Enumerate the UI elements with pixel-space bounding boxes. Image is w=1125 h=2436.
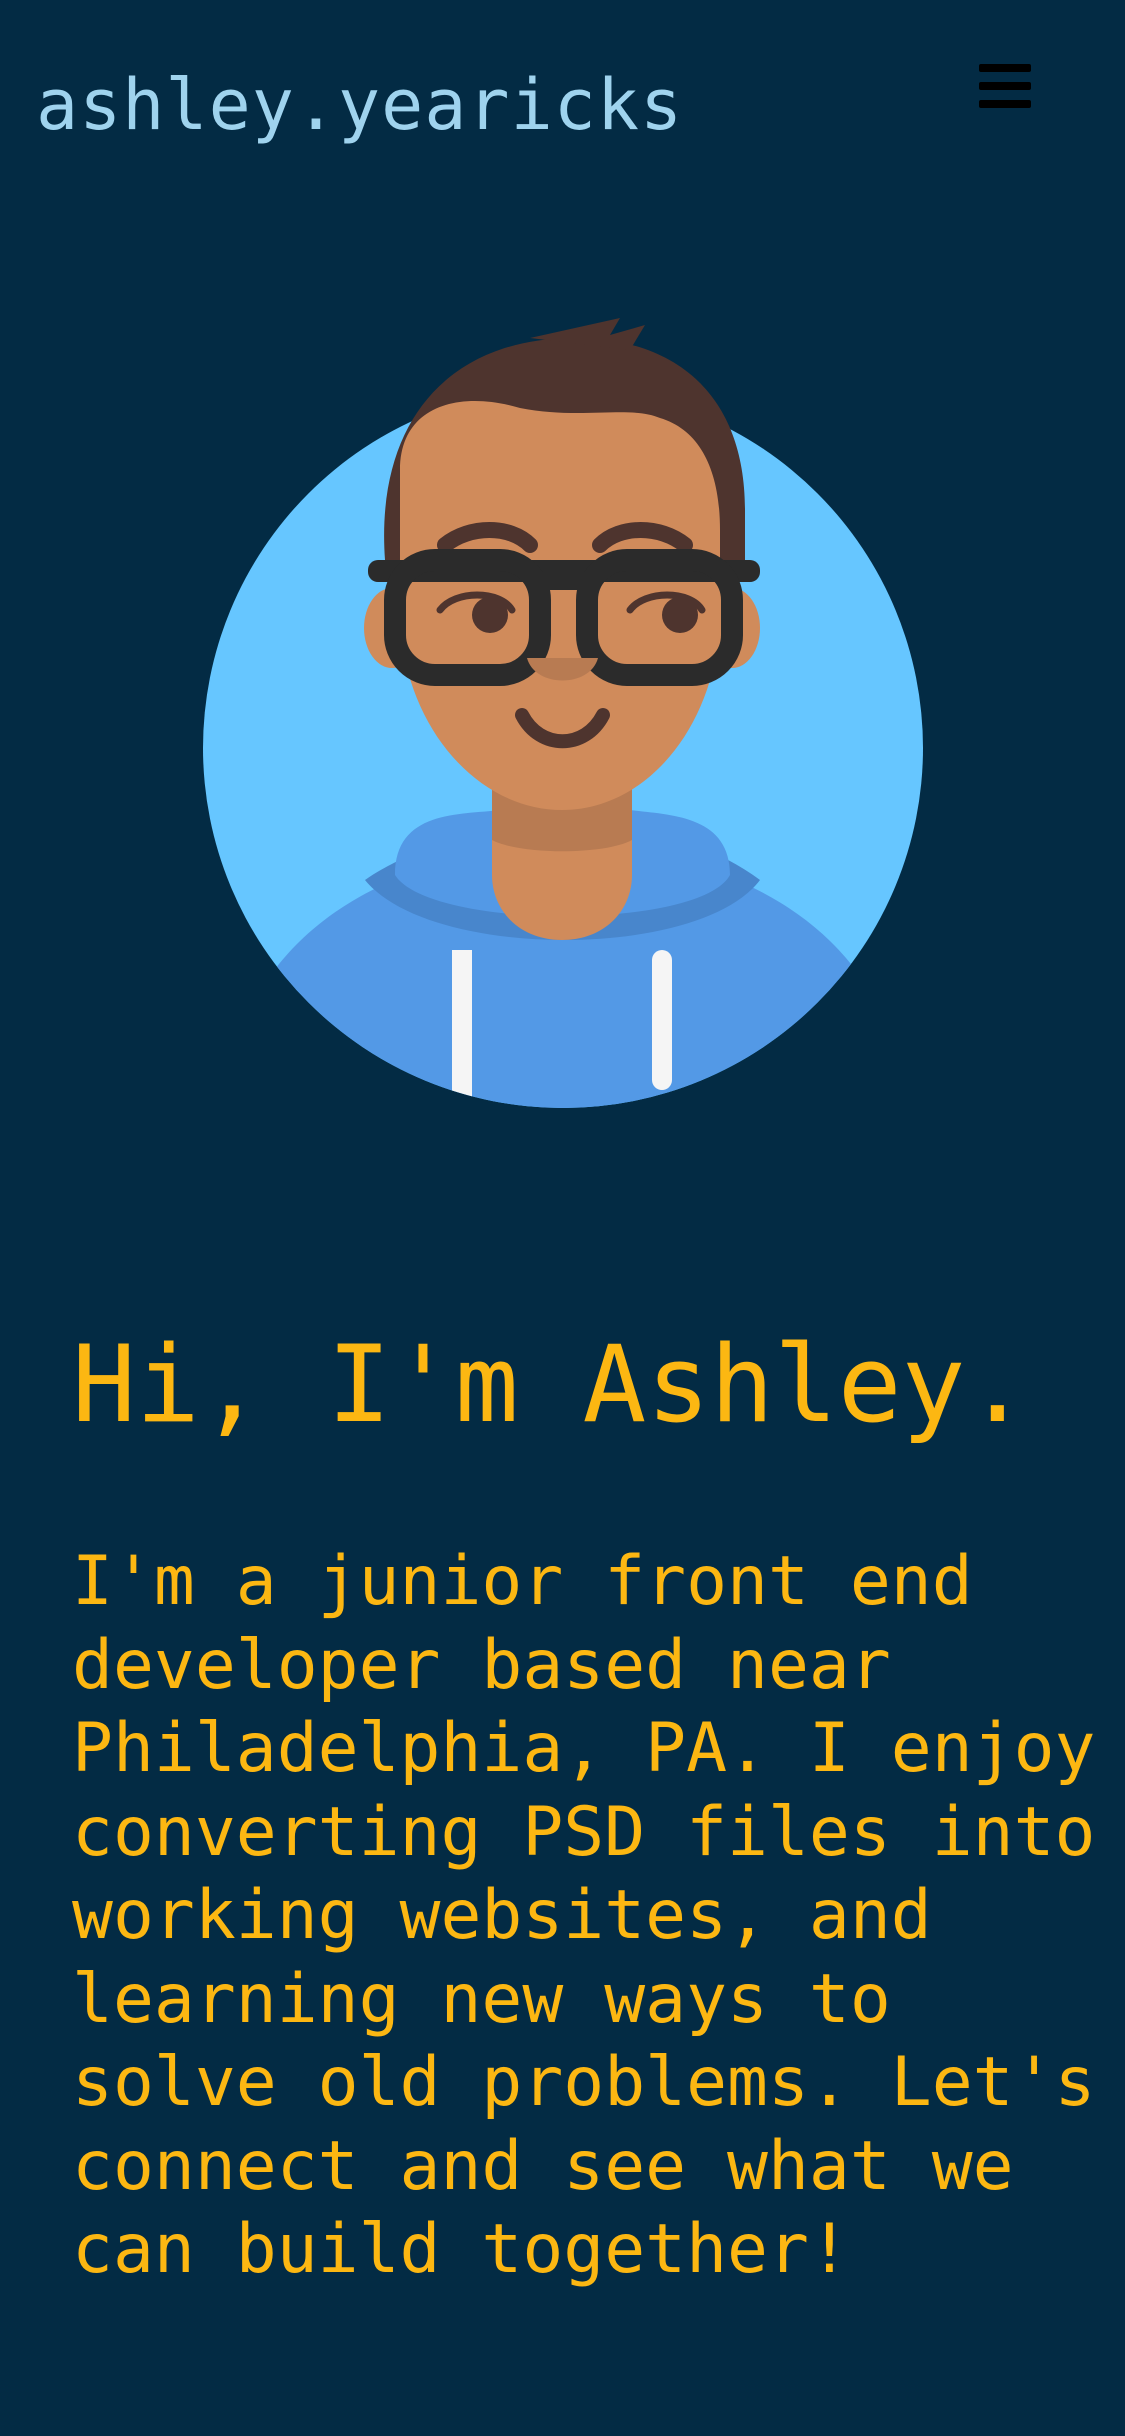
- avatar-illustration: [203, 318, 923, 1108]
- hamburger-menu-icon[interactable]: [975, 60, 1035, 112]
- menu-bar-bottom: [979, 100, 1031, 108]
- menu-bar-top: [979, 64, 1031, 72]
- site-header: ashley.yearicks: [0, 0, 1125, 200]
- hero-headline: Hi, I'm Ashley.: [72, 1323, 1030, 1446]
- hero-intro: I'm a junior front end developer based n…: [72, 1542, 1096, 2289]
- site-title-link[interactable]: ashley.yearicks: [36, 60, 683, 150]
- menu-bar-middle: [979, 82, 1031, 90]
